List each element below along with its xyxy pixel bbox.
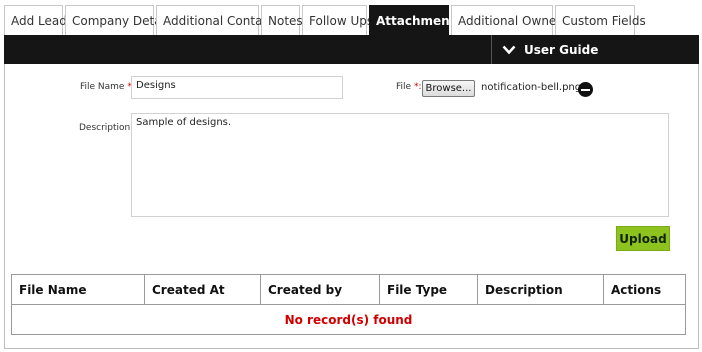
column-description: Description <box>477 274 604 305</box>
remove-file-icon[interactable] <box>578 82 593 97</box>
tab-attachments[interactable]: Attachments <box>369 5 463 35</box>
file-name-label: File Name *: <box>80 82 135 92</box>
column-actions: Actions <box>603 274 686 305</box>
upload-button[interactable]: Upload <box>616 226 670 251</box>
tab-additional-contact[interactable]: Additional Contact <box>156 5 274 35</box>
user-guide-label: User Guide <box>524 42 599 57</box>
tab-add-lead[interactable]: Add Lead <box>4 5 67 35</box>
column-file-name: File Name <box>11 274 145 305</box>
description-textarea[interactable]: Sample of designs. <box>131 113 669 217</box>
attachments-table: File Name Created At Created by File Typ… <box>11 274 686 335</box>
tab-additional-owners[interactable]: Additional Owners <box>451 5 568 35</box>
tab-follow-ups[interactable]: Follow Ups <box>302 5 373 35</box>
table-header-row: File Name Created At Created by File Typ… <box>11 274 686 305</box>
file-name-input[interactable]: Designs <box>131 76 343 99</box>
required-marker: *: <box>413 82 422 92</box>
empty-message: No record(s) found <box>11 304 686 335</box>
tab-custom-fields[interactable]: Custom Fields <box>555 5 646 35</box>
column-file-type: File Type <box>379 274 478 305</box>
column-created-at: Created At <box>144 274 261 305</box>
tab-notes[interactable]: Notes <box>261 5 303 35</box>
file-label: File *: <box>396 82 422 92</box>
column-created-by: Created by <box>260 274 380 305</box>
selected-file-name: notification-bell.png <box>481 82 582 93</box>
tab-company-detail[interactable]: Company Detail <box>65 5 168 35</box>
header-bar: User Guide <box>4 35 699 64</box>
table-row: No record(s) found <box>11 304 686 335</box>
user-guide-toggle[interactable]: User Guide <box>491 35 598 64</box>
chevron-down-icon <box>502 45 516 54</box>
tab-bar: Add Lead Company Detail Additional Conta… <box>4 5 646 35</box>
browse-button[interactable]: Browse... <box>422 80 475 97</box>
description-label: Description: <box>79 123 134 133</box>
